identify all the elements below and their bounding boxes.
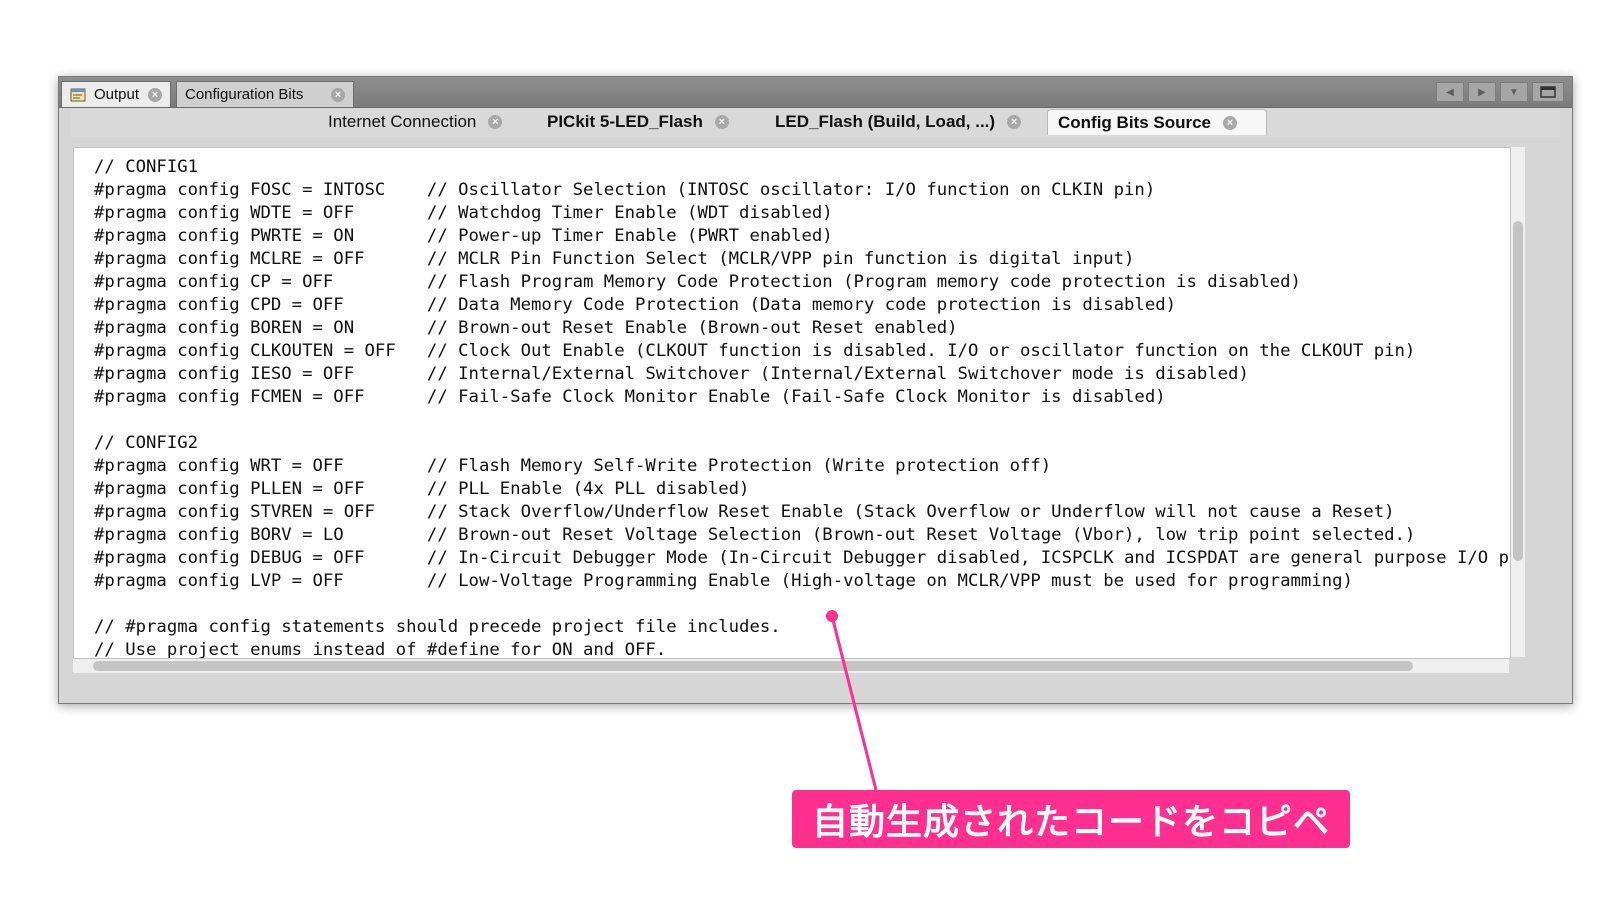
annotation-callout: 自動生成されたコードをコピペ (792, 790, 1350, 848)
callout-pointer (826, 610, 878, 791)
